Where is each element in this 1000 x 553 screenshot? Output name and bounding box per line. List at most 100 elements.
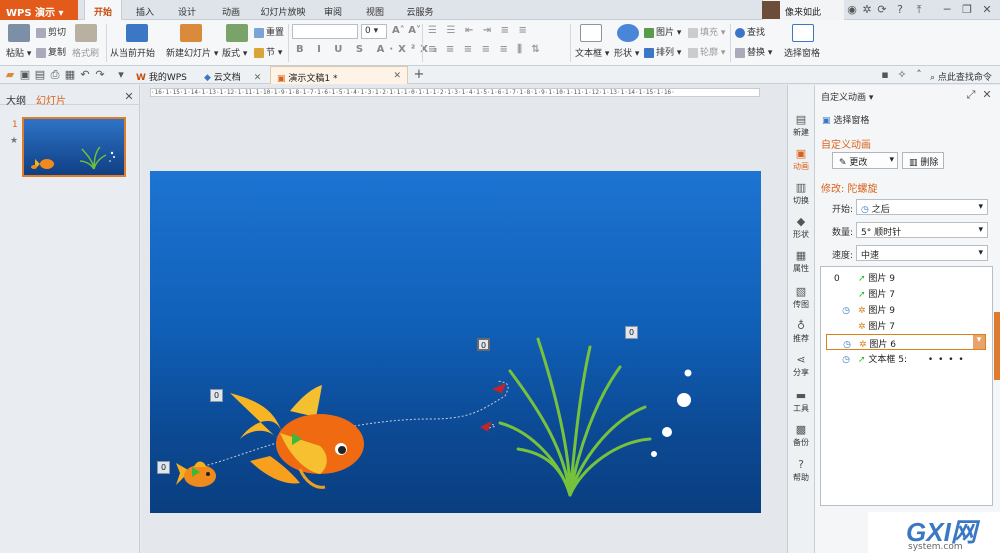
layout-button[interactable]: 版式 ▾ xyxy=(222,46,247,59)
grow-font-icon[interactable]: A˄ A˅ xyxy=(392,25,421,36)
outline-button[interactable]: 轮廓 ▾ xyxy=(688,45,725,58)
find-button[interactable]: 查找 xyxy=(735,25,765,38)
animation-order-badge[interactable]: 0 xyxy=(157,461,170,474)
side-help-button[interactable]: ? 帮助 xyxy=(787,457,815,491)
open-icon[interactable]: ▰ xyxy=(3,68,17,82)
tools-icon[interactable]: ✧ xyxy=(895,68,909,82)
text-box-icon[interactable] xyxy=(580,24,602,42)
list-item[interactable]: ✲ 图片 7 xyxy=(834,319,895,335)
save-icon[interactable]: ▣ xyxy=(18,68,32,82)
tab-current-document[interactable]: ▣ 演示文稿1 * ✕ xyxy=(270,66,408,84)
close-panel-icon[interactable]: ✕ xyxy=(122,90,136,104)
side-new-button[interactable]: ▤ 新建 xyxy=(787,112,815,146)
tab-design[interactable]: 设计 xyxy=(170,0,204,20)
new-slide-icon[interactable] xyxy=(180,24,202,42)
expand-icon[interactable]: ⤢ xyxy=(964,88,978,102)
minimize-icon[interactable]: ─ xyxy=(940,3,954,17)
skin-icon[interactable]: ◉ xyxy=(845,3,859,17)
new-tab-icon[interactable]: + xyxy=(412,68,426,82)
restore-icon[interactable]: ❐ xyxy=(960,3,974,17)
animation-order-badge[interactable]: 0 xyxy=(625,326,638,339)
reset-button[interactable]: 重置 xyxy=(254,25,284,38)
tab-cloud-docs[interactable]: ◆ 云文档 ✕ xyxy=(198,66,267,84)
bubble[interactable] xyxy=(651,451,657,457)
tab-my-wps[interactable]: W 我的WPS xyxy=(130,66,193,84)
help-icon[interactable]: ? xyxy=(893,3,907,17)
close-icon[interactable]: ✕ xyxy=(254,73,262,83)
list-buttons[interactable]: ☰ ☰ ⇤ ⇥ ≡ ≡ xyxy=(428,25,530,36)
pin-icon[interactable]: ⤒ xyxy=(912,3,926,17)
tab-insert[interactable]: 插入 xyxy=(128,0,162,20)
close-icon[interactable]: ✕ xyxy=(393,71,401,81)
amount-select[interactable]: 5° 顺时针 ▾ xyxy=(856,222,988,238)
new-slide-button[interactable]: 新建幻灯片 ▾ xyxy=(166,46,218,59)
change-effect-button[interactable]: ✎ 更改 ▾ xyxy=(832,152,898,169)
customize-icon[interactable]: ▾ xyxy=(114,68,128,82)
side-backup-button[interactable]: ▩ 备份 xyxy=(787,422,815,456)
tab-review[interactable]: 审阅 xyxy=(316,0,350,20)
redo-icon[interactable]: ↷ xyxy=(93,68,107,82)
from-current-button[interactable]: 从当前开始 xyxy=(110,46,155,59)
paste-button[interactable]: 粘贴 ▾ xyxy=(6,46,31,59)
replace-button[interactable]: 替换 ▾ xyxy=(735,45,772,58)
section-button[interactable]: 节 ▾ xyxy=(254,45,282,58)
format-painter-button[interactable]: 格式刷 xyxy=(72,46,99,59)
preview-icon[interactable]: ▦ xyxy=(63,68,77,82)
tab-outline[interactable]: 大纲 xyxy=(6,92,26,107)
print-icon[interactable]: ⎙ xyxy=(48,68,62,82)
select-pane-icon[interactable] xyxy=(792,24,814,42)
undo-icon[interactable]: ↶ xyxy=(78,68,92,82)
select-pane-button[interactable]: 选择窗格 xyxy=(784,46,820,59)
tab-slideshow[interactable]: 幻灯片放映 xyxy=(256,0,310,20)
align-buttons[interactable]: ≡ ≡ ≡ ≡ ≡ ⫼ ⇅ xyxy=(428,44,543,55)
side-recommend-button[interactable]: ♁ 推荐 xyxy=(787,318,815,352)
copy-button[interactable]: 复制 xyxy=(36,45,66,58)
comment-icon[interactable]: ▪ xyxy=(878,68,892,82)
shape-button[interactable]: 形状 ▾ xyxy=(614,46,639,59)
pane-title[interactable]: 自定义动画 ▾ xyxy=(821,90,873,103)
list-item[interactable]: ➚ 图片 7 xyxy=(834,287,895,303)
animation-order-badge[interactable]: 0 xyxy=(210,389,223,402)
tab-slides[interactable]: 幻灯片 xyxy=(36,92,66,107)
font-size-combo[interactable]: 0 ▾ xyxy=(361,24,387,39)
speed-select[interactable]: 中速 ▾ xyxy=(856,245,988,261)
slide[interactable] xyxy=(150,171,761,513)
text-box-button[interactable]: 文本框 ▾ xyxy=(575,46,609,59)
avatar[interactable] xyxy=(762,1,780,19)
slide-thumbnail[interactable] xyxy=(22,117,126,177)
share-icon[interactable]: ⟳ xyxy=(875,3,889,17)
cut-button[interactable]: 剪切 xyxy=(36,25,66,38)
picture-button[interactable]: 图片 ▾ xyxy=(644,25,681,38)
side-properties-button[interactable]: ▦ 属性 xyxy=(787,248,815,282)
bubble[interactable] xyxy=(684,369,692,377)
collapse-ribbon-icon[interactable]: ˄ xyxy=(912,68,926,82)
horizontal-ruler[interactable]: ·16·1·15·1·14·1·13·1·12·1·11·1·10·1·9·1·… xyxy=(150,88,760,97)
font-format-buttons[interactable]: B I U S A·X²X₂ xyxy=(296,44,442,55)
side-animation-button[interactable]: ▣ 动画 xyxy=(787,146,815,180)
side-shape-button[interactable]: ◆ 形状 xyxy=(787,214,815,248)
tab-cloud[interactable]: 云服务 xyxy=(398,0,442,20)
play-from-current-icon[interactable] xyxy=(126,24,148,42)
list-item-selected[interactable]: ◷ ✲ 图片 6 ▾ xyxy=(826,334,986,350)
fill-button[interactable]: 填充 ▾ xyxy=(688,25,725,38)
seaweed[interactable] xyxy=(498,337,652,497)
settings-icon[interactable]: ✲ xyxy=(860,3,874,17)
close-icon[interactable]: ✕ xyxy=(980,88,994,102)
list-item[interactable]: ◷ ✲ 图片 9 xyxy=(834,303,895,319)
remove-effect-button[interactable]: ▥ 删除 xyxy=(902,152,944,169)
side-upload-image-button[interactable]: ▧ 传图 xyxy=(787,284,815,318)
command-search[interactable]: ⌕ 点此查找命令 xyxy=(930,70,992,83)
format-painter-icon[interactable] xyxy=(75,24,97,42)
item-dropdown-icon[interactable]: ▾ xyxy=(973,335,985,349)
export-icon[interactable]: ▤ xyxy=(33,68,47,82)
close-icon[interactable]: ✕ xyxy=(980,3,994,17)
paste-icon[interactable] xyxy=(8,24,30,42)
layout-icon[interactable] xyxy=(226,24,248,42)
select-pane-link[interactable]: ▣ 选择窗格 xyxy=(822,113,869,126)
tab-animation[interactable]: 动画 xyxy=(214,0,248,20)
pane-scrollbar-handle[interactable] xyxy=(994,312,1000,380)
side-transition-button[interactable]: ▥ 切换 xyxy=(787,180,815,214)
tab-home[interactable]: 开始 xyxy=(84,0,122,20)
start-select[interactable]: ◷ 之后 ▾ xyxy=(856,199,988,215)
arrange-button[interactable]: 排列 ▾ xyxy=(644,45,681,58)
